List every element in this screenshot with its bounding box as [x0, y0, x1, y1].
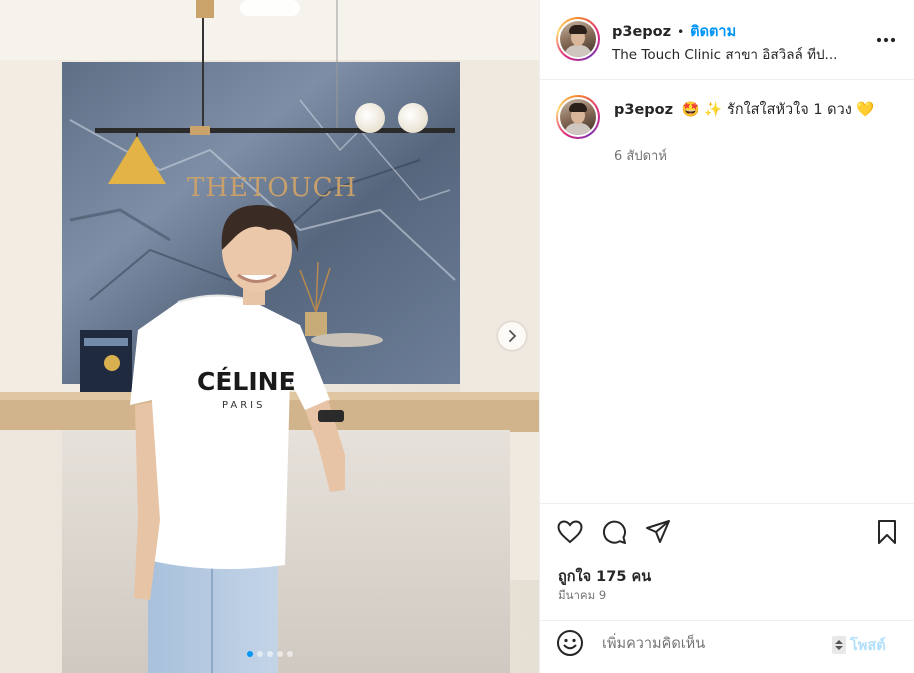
carousel-dot [276, 651, 283, 657]
save-button[interactable] [873, 518, 901, 546]
action-bar [556, 518, 672, 546]
author-username[interactable]: p3epoz [612, 24, 671, 40]
share-icon [646, 520, 670, 543]
caption-text-wrap: p3epoz 🤩 ✨ รักใสใสหัวใจ 1 ดวง 💛 [614, 99, 904, 121]
more-icon [876, 37, 896, 43]
post-location[interactable]: The Touch Clinic สาขา อิสวิลล์ ทีป... [612, 43, 837, 65]
caption-time[interactable]: 6 สัปดาห์ [614, 145, 667, 166]
comment-button[interactable] [600, 518, 628, 546]
caption-avatar[interactable] [556, 95, 600, 139]
next-image-button[interactable] [498, 322, 526, 350]
emoji-icon [557, 630, 583, 656]
post-comment-label: โพสต์ [850, 637, 886, 654]
shirt-subtext: PARIS [222, 400, 265, 411]
bookmark-icon [878, 520, 896, 544]
clinic-sign-text: THETOUCH [187, 173, 357, 203]
author-avatar[interactable] [556, 17, 600, 61]
comment-icon [603, 520, 626, 544]
post-media[interactable]: THETOUCH CÉLINE PARIS [0, 0, 539, 673]
add-comment-section: โพสต์ [540, 620, 914, 673]
chevron-right-icon [509, 330, 517, 342]
emoji-picker-button[interactable] [556, 629, 584, 657]
spinner-arrows-icon [832, 636, 846, 654]
like-count[interactable]: ถูกใจ 175 คน [558, 565, 651, 588]
more-options-button[interactable] [874, 28, 898, 52]
comment-input[interactable] [602, 633, 822, 655]
heart-icon [557, 520, 583, 544]
post-comment-button[interactable]: โพสต์ [832, 634, 902, 656]
separator-dot: • [677, 24, 685, 39]
post-photo: THETOUCH CÉLINE PARIS [0, 0, 539, 673]
carousel-dot [246, 651, 253, 657]
caption-username[interactable]: p3epoz [614, 102, 673, 118]
carousel-dot [266, 651, 273, 657]
carousel-indicator [0, 651, 539, 657]
shirt-logo-text: CÉLINE [197, 367, 296, 396]
caption-text: 🤩 ✨ รักใสใสหัวใจ 1 ดวง 💛 [681, 102, 875, 118]
carousel-dot [286, 651, 293, 657]
post-header: p3epoz • ติดตาม The Touch Clinic สาขา อิ… [540, 0, 914, 80]
post-date[interactable]: มีนาคม 9 [558, 587, 606, 605]
like-button[interactable] [556, 518, 584, 546]
share-button[interactable] [644, 518, 672, 546]
follow-button[interactable]: ติดตาม [690, 20, 736, 43]
instagram-post-view: THETOUCH CÉLINE PARIS p3epoz • ติดตาม Th… [0, 0, 914, 673]
post-side-panel: p3epoz • ติดตาม The Touch Clinic สาขา อิ… [539, 0, 914, 673]
action-section: ถูกใจ 175 คน มีนาคม 9 [540, 503, 914, 602]
carousel-dot [256, 651, 263, 657]
